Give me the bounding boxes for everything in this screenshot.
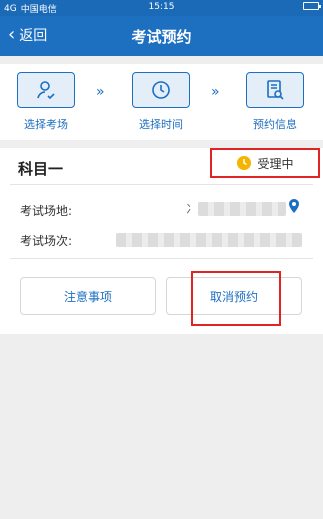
session-label: 考试场次: (20, 234, 73, 248)
status-text: 受理中 (257, 156, 294, 171)
step-arrow-1: » (96, 84, 105, 100)
highlight-box (191, 271, 281, 326)
clock-time: 15:15 (148, 2, 175, 12)
subject-title: 科目一 (18, 160, 64, 178)
step-select-time[interactable]: 选择时间 (129, 72, 193, 132)
step-booking-info[interactable]: 预约信息 (243, 72, 307, 132)
step-arrow-2: » (211, 84, 220, 100)
step-label: 选择时间 (139, 118, 183, 131)
person-check-icon (37, 81, 55, 100)
venue-value-blurred (198, 202, 286, 216)
page-title: 考试预约 (131, 28, 192, 46)
step-select-venue[interactable]: 选择考场 (14, 72, 78, 132)
venue-label: 考试场地: (20, 204, 73, 218)
divider (10, 258, 313, 259)
nav-bar: ‹ 返回 考试预约 (0, 16, 323, 56)
step-label: 选择考场 (24, 118, 68, 131)
clock-status-icon (237, 156, 252, 170)
venue-value-start: 冫 (186, 202, 199, 216)
clock-icon (152, 81, 170, 99)
session-value-blurred (116, 233, 302, 247)
location-pin-icon[interactable] (289, 199, 299, 213)
step-label: 预约信息 (253, 118, 297, 131)
notice-button[interactable]: 注意事项 (20, 277, 156, 315)
step-progress: 选择考场 » 选择时间 » 预约信息 (0, 64, 323, 140)
status-bar: 4G 中国电信 15:15 (0, 0, 323, 16)
battery-icon (303, 2, 321, 10)
divider (10, 184, 313, 185)
booking-card: 科目一 受理中 考试场地: 冫 考试场次: 注意事项 取消预约 (0, 148, 323, 334)
document-search-icon (267, 80, 284, 100)
status-badge: 受理中 (210, 148, 320, 178)
